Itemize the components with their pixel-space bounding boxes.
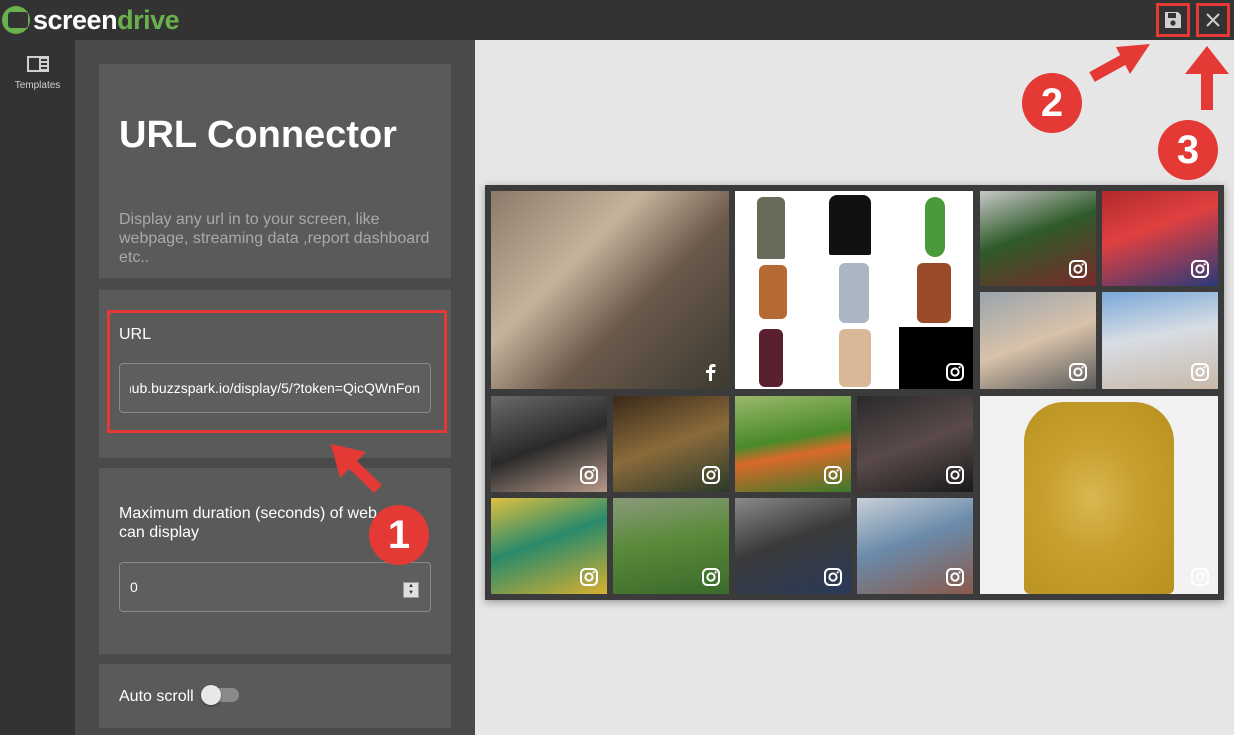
arrow-step3 <box>1185 46 1229 74</box>
step-badge-2: 2 <box>1022 73 1082 133</box>
step-badge-3: 3 <box>1158 120 1218 180</box>
step-badge-1: 1 <box>369 505 429 565</box>
